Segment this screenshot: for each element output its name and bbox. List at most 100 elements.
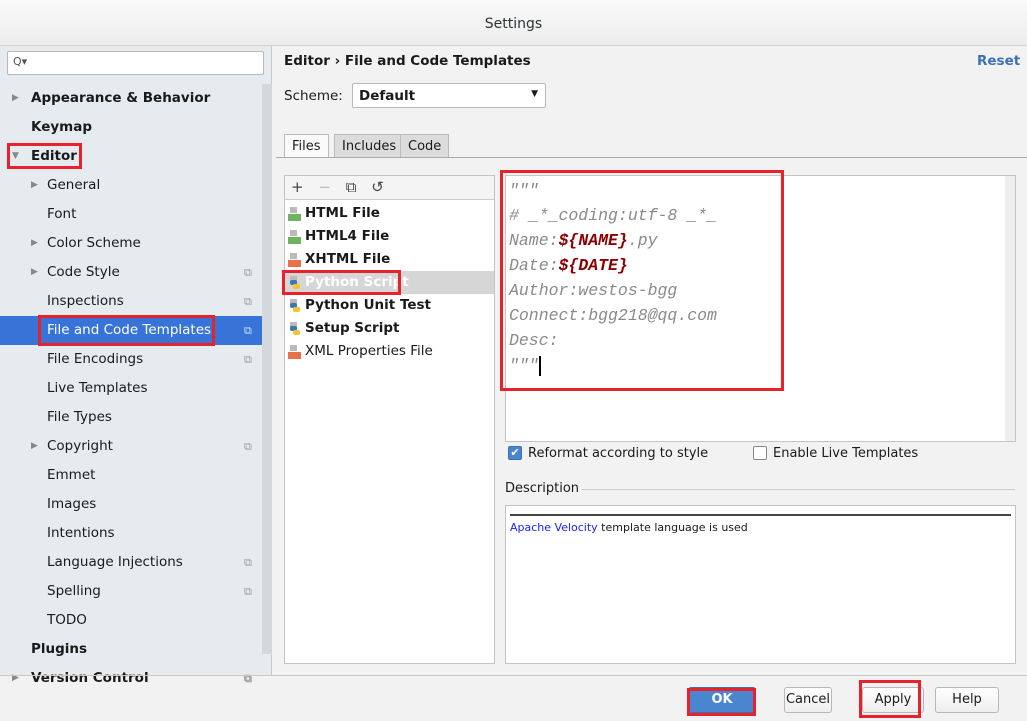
- code-line: Connect:bgg218@qq.com: [509, 306, 717, 325]
- sidebar-item-label: Spelling: [47, 583, 101, 599]
- template-label: Setup Script: [305, 320, 400, 336]
- sidebar-item-file-and-code-templates[interactable]: File and Code Templates ⧉: [0, 316, 262, 345]
- sidebar-item-label: Editor: [31, 148, 77, 164]
- collapsed-arrow-icon[interactable]: ▶: [31, 229, 38, 258]
- sidebar-item-label: Inspections: [47, 293, 124, 309]
- sidebar-item-copyright[interactable]: ▶ Copyright ⧉: [0, 432, 262, 461]
- divider: [276, 157, 1027, 158]
- description-label: Description: [505, 481, 580, 496]
- sidebar-item-label: TODO: [47, 612, 87, 628]
- project-settings-icon: ⧉: [244, 353, 252, 366]
- sidebar-item-todo[interactable]: TODO: [0, 606, 262, 635]
- reformat-checkbox[interactable]: ✔: [508, 446, 522, 460]
- cancel-button[interactable]: Cancel: [784, 687, 832, 713]
- sidebar-item-emmet[interactable]: Emmet: [0, 461, 262, 490]
- html-file-icon: [288, 229, 301, 244]
- sidebar-item-label: Color Scheme: [47, 235, 141, 251]
- text-cursor: [538, 355, 541, 376]
- template-item[interactable]: HTML4 File: [285, 225, 494, 248]
- sidebar-item-font[interactable]: Font: [0, 200, 262, 229]
- collapsed-arrow-icon[interactable]: ▶: [31, 432, 38, 461]
- sidebar-item-keymap[interactable]: Keymap: [0, 113, 262, 142]
- sidebar-item-file-types[interactable]: File Types: [0, 403, 262, 432]
- sidebar-item-appearance-behavior[interactable]: ▶ Appearance & Behavior: [0, 84, 262, 113]
- reset-link[interactable]: Reset: [977, 53, 1020, 69]
- sidebar-item-file-encodings[interactable]: File Encodings ⧉: [0, 345, 262, 374]
- apply-button[interactable]: Apply: [862, 687, 924, 713]
- sidebar-item-spelling[interactable]: Spelling ⧉: [0, 577, 262, 606]
- collapsed-arrow-icon[interactable]: ▶: [31, 171, 38, 200]
- collapsed-arrow-icon[interactable]: ▶: [31, 258, 38, 287]
- template-item[interactable]: Setup Script: [285, 317, 494, 340]
- xml-file-icon: [288, 344, 301, 359]
- expanded-arrow-icon[interactable]: ▼: [12, 142, 19, 171]
- tab-files[interactable]: Files: [284, 134, 329, 158]
- collapsed-arrow-icon[interactable]: ▶: [12, 84, 19, 113]
- code-text: .py: [627, 231, 658, 250]
- template-item[interactable]: Python Script: [285, 271, 494, 294]
- chevron-down-icon: ▼: [531, 89, 538, 99]
- template-label: Python Script: [305, 274, 409, 290]
- window-title: Settings: [0, 0, 1027, 46]
- copy-icon[interactable]: ⧉: [346, 178, 357, 196]
- template-item[interactable]: XHTML File: [285, 248, 494, 271]
- apache-velocity-link[interactable]: Apache Velocity: [510, 521, 598, 534]
- project-settings-icon: ⧉: [244, 585, 252, 598]
- sidebar-item-intentions[interactable]: Intentions: [0, 519, 262, 548]
- enable-live-templates-label[interactable]: Enable Live Templates: [773, 446, 918, 461]
- sidebar-item-label: Appearance & Behavior: [31, 90, 211, 106]
- reformat-label[interactable]: Reformat according to style: [528, 446, 708, 461]
- sidebar-item-language-injections[interactable]: Language Injections ⧉: [0, 548, 262, 577]
- breadcrumb-separator: ›: [334, 53, 341, 69]
- remove-icon[interactable]: −: [318, 178, 331, 196]
- scheme-select[interactable]: Default ▼: [352, 83, 546, 108]
- xhtml-file-icon: [288, 252, 301, 267]
- scheme-value: Default: [359, 88, 416, 104]
- sidebar-item-label: Font: [47, 206, 77, 222]
- sidebar-item-label: Intentions: [47, 525, 115, 541]
- template-label: XML Properties File: [305, 343, 433, 359]
- sidebar-item-label: General: [47, 177, 101, 193]
- project-settings-icon: ⧉: [244, 440, 252, 453]
- template-item[interactable]: Python Unit Test: [285, 294, 494, 317]
- description-panel: Apache Velocity template language is use…: [505, 505, 1016, 664]
- tab-includes[interactable]: Includes: [334, 134, 405, 158]
- sidebar-item-general[interactable]: ▶ General: [0, 171, 262, 200]
- sidebar-item-code-style[interactable]: ▶ Code Style ⧉: [0, 258, 262, 287]
- sidebar-item-color-scheme[interactable]: ▶ Color Scheme: [0, 229, 262, 258]
- sidebar-item-inspections[interactable]: Inspections ⧉: [0, 287, 262, 316]
- enable-live-templates-checkbox[interactable]: [753, 446, 767, 460]
- code-line: """: [509, 181, 539, 200]
- sidebar-item-label: Language Injections: [47, 554, 183, 570]
- python-file-icon: [288, 298, 301, 312]
- settings-search-input[interactable]: Q▾: [7, 51, 264, 75]
- sidebar-item-label: Copyright: [47, 438, 113, 454]
- sidebar-item-version-control[interactable]: ▶ Version Control ⧉: [0, 664, 262, 693]
- sidebar-item-live-templates[interactable]: Live Templates: [0, 374, 262, 403]
- sidebar-item-editor[interactable]: ▼ Editor: [0, 142, 262, 171]
- sidebar-scrollbar[interactable]: [262, 84, 272, 654]
- ok-button[interactable]: OK: [688, 687, 756, 713]
- divider: [0, 675, 1027, 676]
- code-line: Author:westos-bgg: [509, 281, 678, 300]
- code-text: Name:: [509, 231, 559, 250]
- code-text: Date:: [509, 256, 559, 275]
- python-file-icon: [288, 275, 301, 289]
- reset-icon[interactable]: ↺: [371, 178, 384, 196]
- sidebar-item-images[interactable]: Images: [0, 490, 262, 519]
- sidebar-item-plugins[interactable]: Plugins: [0, 635, 262, 664]
- template-item[interactable]: XML Properties File: [285, 340, 494, 363]
- tab-code[interactable]: Code: [400, 134, 450, 158]
- scheme-label: Scheme:: [284, 88, 343, 104]
- template-editor[interactable]: """ # _*_coding:utf-8 _*_ Name:${NAME}.p…: [505, 175, 1016, 442]
- add-icon[interactable]: +: [291, 178, 304, 196]
- project-settings-icon: ⧉: [244, 266, 252, 279]
- code-line: """: [509, 353, 1015, 378]
- template-item[interactable]: HTML File: [285, 202, 494, 225]
- help-button[interactable]: Help: [935, 687, 999, 713]
- breadcrumb: Editor › File and Code Templates: [284, 53, 531, 69]
- collapsed-arrow-icon[interactable]: ▶: [12, 664, 19, 693]
- code-line: # _*_coding:utf-8 _*_: [509, 206, 717, 225]
- template-label: HTML File: [305, 205, 380, 221]
- editor-scrollbar[interactable]: [1005, 176, 1015, 441]
